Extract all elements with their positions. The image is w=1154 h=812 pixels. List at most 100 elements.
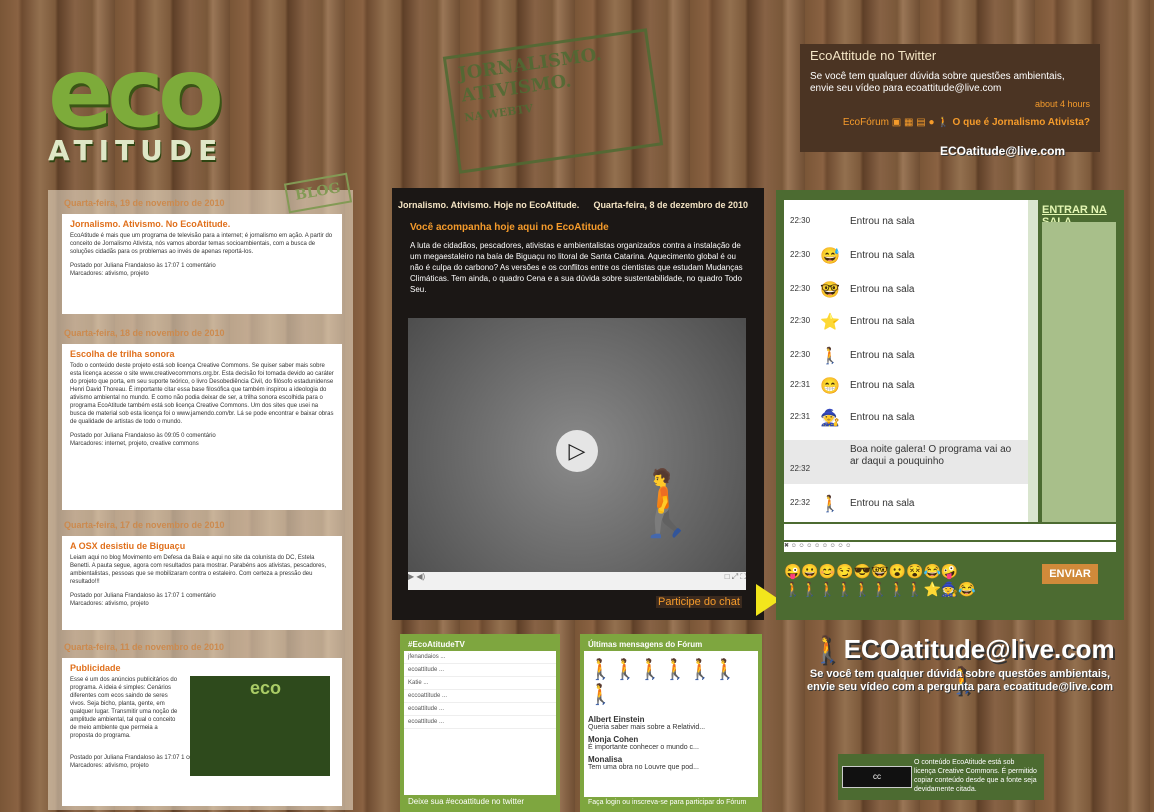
license-text: O conteúdo EcoAtitude está sob licença C… — [914, 759, 1037, 793]
figure-icon: 🚶 — [811, 634, 844, 664]
forum-item[interactable]: Monalisa Tem uma obra no Louvre que pod..… — [584, 753, 758, 773]
forum-item[interactable]: Monja Cohen É importante conhecer o mundo… — [584, 733, 758, 753]
cc-badge[interactable]: cc — [842, 766, 912, 788]
chat-time: 22:30 — [790, 250, 811, 259]
twitter-time[interactable]: about 4 hours — [810, 99, 1090, 109]
chat-time: 22:31 — [790, 412, 811, 421]
chat-time: 22:32 — [790, 464, 811, 473]
post-body: Esse é um dos anúncios publicitários do … — [70, 677, 178, 739]
chat-panel: 22:30 Entrou na sala 22:30 😅 Entrou na s… — [776, 190, 1124, 620]
chat-messages[interactable]: 22:30 Entrou na sala 22:30 😅 Entrou na s… — [784, 200, 1028, 522]
post-title[interactable]: Publicidade — [70, 664, 334, 673]
question-link[interactable]: O que é Jornalismo Ativista? — [953, 117, 1090, 128]
post-meta[interactable]: Postado por Juliana Frandaloso às 17:07 … — [70, 262, 334, 270]
twitter-links: EcoFórum ▣ ▦ ▤ ● 🚶 O que é Jornalismo At… — [810, 117, 1090, 128]
chat-message: Entrou na sala — [850, 216, 915, 227]
chat-time: 22:30 — [790, 284, 811, 293]
chat-row: 22:32 Boa noite galera! O programa vai a… — [784, 440, 1028, 484]
blog-post: A OSX desistiu de Biguaçu Leiam aqui no … — [62, 536, 342, 630]
play-control-icon[interactable]: ▶ ◀) — [408, 572, 425, 581]
post-title[interactable]: A OSX desistiu de Biguaçu — [70, 542, 334, 551]
rss-icon[interactable]: ▣ — [892, 117, 901, 128]
post-body: Todo o conteúdo deste projeto está sob l… — [70, 363, 334, 425]
forum-text: É importante conhecer o mundo c... — [588, 744, 699, 751]
ad-image[interactable]: eco — [190, 676, 330, 776]
tweet-item[interactable]: ecoattitude ... — [404, 664, 556, 677]
chat-message: Entrou na sala — [850, 380, 915, 391]
post-date: Quarta-feira, 19 de novembro de 2010 — [64, 198, 225, 208]
video-controls[interactable]: ▶ ◀) □ ⤢ ⛶ — [408, 572, 746, 590]
chat-message: Entrou na sala — [850, 412, 915, 423]
chat-message: Entrou na sala — [850, 316, 915, 327]
fullscreen-icon[interactable]: □ ⤢ ⛶ — [725, 572, 746, 582]
logo-eco: eco — [48, 37, 224, 149]
post-meta[interactable]: Postado por Juliana Frandaloso às 17:07 … — [70, 592, 334, 600]
post-body: EcoAtitude é mais que um programa de tel… — [70, 233, 333, 255]
forum-text: Tem uma obra no Louvre que pod... — [588, 764, 699, 771]
chat-row: 22:30 🤓 Entrou na sala — [784, 276, 1028, 306]
forum-widget: Últimas mensagens do Fórum 🚶🚶🚶🚶🚶🚶🚶 Alber… — [580, 634, 762, 812]
emoticon-toolbar[interactable]: ✖ ☺ ☺ ☺ ☺ ☺ ☺ ☺ ☺ — [784, 542, 1116, 552]
forum-footer[interactable]: Faça login ou inscreva-se para participa… — [584, 797, 758, 808]
forum-header: Últimas mensagens do Fórum — [584, 638, 758, 651]
chat-row: 22:30 Entrou na sala — [784, 208, 1028, 238]
chat-row: 22:30 🚶 Entrou na sala — [784, 342, 1028, 372]
post-meta[interactable]: Postado por Juliana Frandaloso às 09:05 … — [70, 432, 334, 440]
forum-author: Monja Cohen — [588, 735, 639, 744]
send-button[interactable]: ENVIAR — [1042, 564, 1098, 584]
chat-avatar-icon: 😁 — [820, 378, 840, 395]
figure-icon: 🚶 — [937, 117, 950, 128]
chat-avatar-icon: 🚶 — [820, 496, 840, 513]
chat-message: Entrou na sala — [850, 350, 915, 361]
post-title[interactable]: Jornalismo. Ativismo. No EcoAtitude. — [70, 220, 334, 229]
join-chat-link[interactable]: Participe do chat — [656, 596, 742, 608]
tweet-item[interactable]: ecoattitude ... — [404, 716, 556, 729]
post-body: Leiam aqui no blog Movimento em Defesa d… — [70, 555, 327, 585]
featured-date: Quarta-feira, 8 de dezembro de 2010 — [593, 200, 748, 210]
featured-post: Jornalismo. Ativismo. Hoje no EcoAtitude… — [392, 188, 764, 620]
social-icons[interactable]: ▦ ▤ ● — [904, 117, 935, 128]
post-tags[interactable]: Marcadores: internet, projeto, creative … — [70, 440, 334, 448]
tweet-item[interactable]: eccoattitude ... — [404, 690, 556, 703]
chat-avatar-icon: 🚶 — [820, 348, 840, 365]
smiley-picker[interactable]: 😜😀😊😏😎🤓😮😵😂🤪 🚶🚶🚶🚶🚶🚶🚶🚶⭐🧙😂 — [784, 562, 1014, 598]
forum-item[interactable]: Albert Einstein Queria saber mais sobre a… — [584, 713, 758, 733]
forum-link[interactable]: EcoFórum — [843, 117, 889, 128]
blog-post: Publicidade Esse é um dos anúncios publi… — [62, 658, 342, 806]
tweet-item[interactable]: ecoattitude ... — [404, 703, 556, 716]
tweet-item[interactable]: jfenandaios ... — [404, 651, 556, 664]
twitter-box: EcoAttitude no Twitter Se você tem qualq… — [800, 44, 1100, 152]
chat-avatar-icon: 😅 — [820, 248, 840, 265]
post-tags[interactable]: Marcadores: ativismo, projeto — [70, 600, 334, 608]
site-logo[interactable]: eco ATITUDE — [48, 37, 268, 178]
post-title[interactable]: Escolha de trilha sonora — [70, 350, 334, 359]
twitter-widget-footer[interactable]: Deixe sua #ecoattitude no twitter — [404, 795, 556, 808]
chat-input[interactable] — [784, 524, 1116, 540]
chat-scrollbar[interactable] — [1028, 200, 1038, 522]
chat-message: Entrou na sala — [850, 250, 915, 261]
user-list[interactable] — [1042, 222, 1116, 522]
email-link-top[interactable]: ECOatitude@live.com — [940, 144, 1065, 158]
chat-time: 22:31 — [790, 380, 811, 389]
chat-time: 22:30 — [790, 350, 811, 359]
chat-avatar-icon: 🤓 — [820, 282, 840, 299]
email-instructions: Se você tem qualquer dúvida sobre questõ… — [807, 668, 1113, 693]
blog-post: Escolha de trilha sonora Todo o conteúdo… — [62, 344, 342, 510]
journalism-stamp: JORNALISMO. ATIVISMO. NA WEBTV — [442, 28, 664, 174]
license-box: cc O conteúdo EcoAtitude está sob licenç… — [838, 754, 1044, 800]
logo-atitude: ATITUDE — [48, 134, 224, 167]
twitter-title: EcoAttitude no Twitter — [810, 48, 937, 63]
tweet-item[interactable]: Katie ... — [404, 677, 556, 690]
post-date: Quarta-feira, 18 de novembro de 2010 — [64, 328, 225, 338]
video-player[interactable]: ▷ 🚶 — [408, 318, 746, 588]
chat-row: 22:32 🚶 Entrou na sala — [784, 490, 1028, 520]
chat-avatar-icon: 🧙 — [820, 410, 840, 427]
figure-icon: 🚶 — [626, 467, 706, 539]
chat-row: 22:31 🧙 Entrou na sala — [784, 404, 1028, 434]
featured-title[interactable]: Você acompanha hoje aqui no EcoAtitude — [410, 222, 609, 233]
twitter-widget-header: #EcoAtitudeTV — [404, 638, 556, 651]
blog-post: Jornalismo. Ativismo. No EcoAtitude. Eco… — [62, 214, 342, 314]
chat-avatar-icon: ⭐ — [820, 314, 840, 331]
play-icon[interactable]: ▷ — [556, 430, 598, 472]
post-tags[interactable]: Marcadores: ativismo, projeto — [70, 270, 334, 278]
